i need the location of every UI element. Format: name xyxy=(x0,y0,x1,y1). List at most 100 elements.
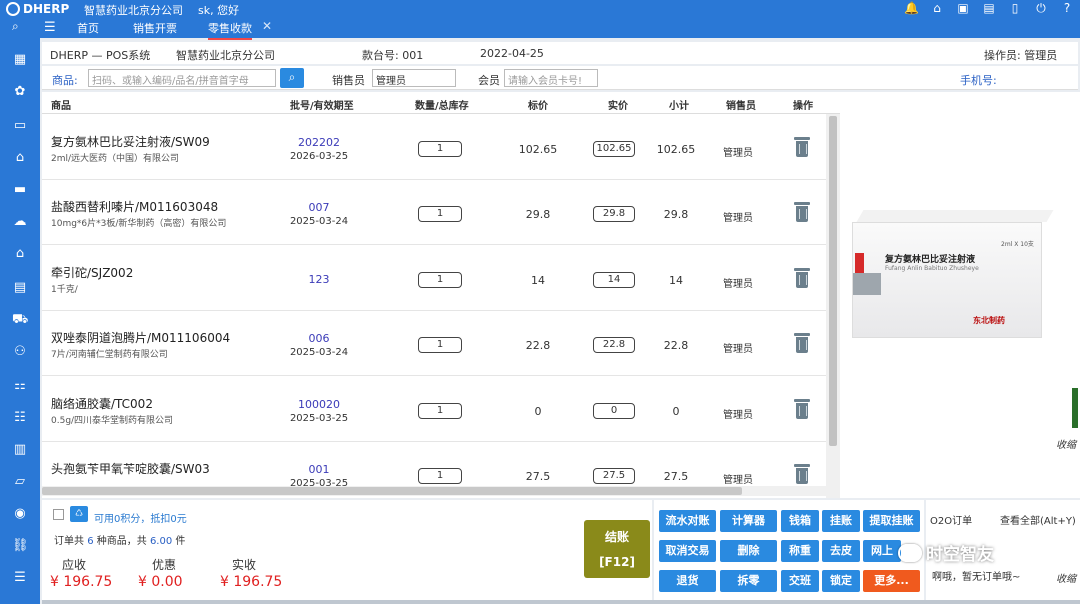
product-search-input[interactable]: 扫码、或输入编码/品名/拼音首字母 xyxy=(88,69,276,87)
sale-price-input[interactable]: 14 xyxy=(593,272,635,288)
col-product: 商品 xyxy=(51,101,71,112)
cart-icon[interactable]: ⛟ xyxy=(12,312,28,328)
view-all-link[interactable]: 查看全部(Alt+Y) xyxy=(1000,512,1076,527)
collapse-image-toggle[interactable]: 收缩 xyxy=(1056,436,1076,451)
quantity-input[interactable]: 1 xyxy=(418,403,462,419)
quantity-input[interactable]: 1 xyxy=(418,141,462,157)
product-name: 双唑泰阴道泡腾片/M011106004 xyxy=(51,331,231,345)
table-horizontal-scrollbar[interactable] xyxy=(42,486,826,496)
org-chart-icon[interactable]: ⚇ xyxy=(12,344,28,360)
batch-number[interactable]: 007 xyxy=(274,201,364,214)
sale-price-input[interactable]: 0 xyxy=(593,403,635,419)
apps-icon[interactable]: ✿ xyxy=(12,84,28,100)
handover-button[interactable]: 交班 xyxy=(781,570,819,592)
trash-icon[interactable] xyxy=(794,137,810,157)
sale-price-input[interactable]: 22.8 xyxy=(593,337,635,353)
sale-price-input[interactable]: 29.8 xyxy=(593,206,635,222)
house-icon[interactable]: ⌂ xyxy=(12,150,28,166)
quantity-input[interactable]: 1 xyxy=(418,206,462,222)
quantity-input[interactable]: 1 xyxy=(418,468,462,484)
brand: DHERP xyxy=(6,2,69,16)
function-buttons: 流水对账 计算器 钱箱 挂账 提取挂账 取消交易 删除 称重 去皮 网上 退货 … xyxy=(654,500,924,600)
table-row[interactable]: 复方氨林巴比妥注射液/SW09 2ml/远大医药（中国）有限公司 202202 … xyxy=(42,115,826,180)
tab-sales-invoice[interactable]: 销售开票 xyxy=(133,20,177,36)
batch-number[interactable]: 001 xyxy=(274,463,364,476)
scroll-thumb[interactable] xyxy=(42,487,742,495)
chart-icon[interactable]: ▥ xyxy=(12,442,28,458)
trash-icon[interactable] xyxy=(794,464,810,484)
tare-button[interactable]: 去皮 xyxy=(822,540,860,562)
batch-number[interactable]: 100020 xyxy=(274,398,364,411)
table-row[interactable]: 牵引砣/SJZ002 1千克/ 123 1 14 14 14 管理员 xyxy=(42,246,826,311)
camera-icon[interactable]: ◉ xyxy=(12,506,28,522)
table-row[interactable]: 盐酸西替利嗪片/M011603048 10mg*6片*3板/新华制药（高密）有限… xyxy=(42,180,826,245)
points-checkbox[interactable] xyxy=(53,509,64,520)
sitemap-icon[interactable]: ⚏ xyxy=(12,378,28,394)
return-button[interactable]: 退货 xyxy=(659,570,716,592)
trash-icon[interactable] xyxy=(794,399,810,419)
trash-icon[interactable] xyxy=(794,333,810,353)
box-pinyin: Fufang Anlin Babituo Zhusheye xyxy=(885,265,979,272)
close-tab-icon[interactable]: ✕ xyxy=(262,19,272,33)
presentation-icon[interactable]: ▱ xyxy=(12,474,28,490)
home-icon[interactable]: ⌂ xyxy=(930,1,944,15)
staff-select[interactable]: 管理员 xyxy=(372,69,456,87)
help-icon[interactable]: ? xyxy=(1060,1,1074,15)
retrieve-hold-button[interactable]: 提取挂账 xyxy=(863,510,920,532)
power-icon[interactable]: ⏻ xyxy=(1034,1,1048,16)
expiry-date: 2025-03-24 xyxy=(289,347,349,358)
product-spec: 1千克/ xyxy=(51,285,78,295)
batch-number[interactable]: 123 xyxy=(274,273,364,286)
table-row[interactable]: 脑络通胶囊/TC002 0.5g/四川泰华堂制药有限公司 100020 2025… xyxy=(42,377,826,442)
batch-number[interactable]: 202202 xyxy=(274,136,364,149)
sale-price-input[interactable]: 27.5 xyxy=(593,468,635,484)
subtotal: 102.65 xyxy=(656,143,696,156)
card-icon[interactable]: ▬ xyxy=(12,182,28,198)
trash-icon[interactable] xyxy=(794,268,810,288)
collapse-o2o-toggle[interactable]: 收缩 xyxy=(1056,570,1076,585)
monitor-icon[interactable]: ▣ xyxy=(956,1,970,15)
cart-table: 商品 批号/有效期至 数量/总库存 标价 实价 小计 销售员 操作 复方氨林巴比… xyxy=(42,92,840,498)
quantity-input[interactable]: 1 xyxy=(418,272,462,288)
network-icon[interactable]: ⛓ xyxy=(12,538,29,554)
mobile-icon[interactable]: ▯ xyxy=(1008,1,1022,15)
product-search-button[interactable]: ⌕ xyxy=(280,68,304,88)
delete-button[interactable]: 删除 xyxy=(720,540,777,562)
scroll-thumb[interactable] xyxy=(829,116,837,446)
bell-icon[interactable]: 🔔 xyxy=(904,1,919,15)
sliders-icon[interactable]: ☷ xyxy=(12,410,28,426)
quantity-input[interactable]: 1 xyxy=(418,337,462,353)
trash-icon[interactable] xyxy=(794,202,810,222)
cash-drawer-button[interactable]: 钱箱 xyxy=(781,510,819,532)
col-qty: 数量/总库存 xyxy=(415,101,469,112)
hold-button[interactable]: 挂账 xyxy=(822,510,860,532)
tab-retail-checkout[interactable]: 零售收款 xyxy=(208,20,252,40)
cloud-upload-icon[interactable]: ☁ xyxy=(12,214,28,230)
checkout-button[interactable]: 结账 [F12] xyxy=(584,520,650,578)
home2-icon[interactable]: ⌂ xyxy=(12,246,28,262)
batch-number[interactable]: 006 xyxy=(274,332,364,345)
watermark: 时空智友 xyxy=(898,540,994,565)
cancel-transaction-button[interactable]: 取消交易 xyxy=(659,540,716,562)
register-icon[interactable]: ▭ xyxy=(12,118,28,134)
weigh-button[interactable]: 称重 xyxy=(781,540,819,562)
more-button[interactable]: 更多... xyxy=(863,570,920,592)
table-vertical-scrollbar[interactable] xyxy=(826,114,840,498)
panel-slider[interactable] xyxy=(1072,388,1078,428)
search-icon[interactable]: ⌕ xyxy=(12,19,19,34)
building-icon[interactable]: ▦ xyxy=(12,52,28,68)
calculator-button[interactable]: 计算器 xyxy=(720,510,777,532)
list-icon[interactable]: ☰ xyxy=(12,570,28,586)
split-button[interactable]: 拆零 xyxy=(720,570,777,592)
table-row[interactable]: 双唑泰阴道泡腾片/M011106004 7片/河南辅仁堂制药有限公司 006 2… xyxy=(42,311,826,376)
clipboard-icon[interactable]: ▤ xyxy=(12,280,28,296)
sale-price-input[interactable]: 102.65 xyxy=(593,141,635,157)
menu-icon[interactable]: ☰ xyxy=(44,20,56,35)
lock-button[interactable]: 锁定 xyxy=(822,570,860,592)
subtotal: 0 xyxy=(672,405,680,418)
reconcile-button[interactable]: 流水对账 xyxy=(659,510,716,532)
member-card-input[interactable]: 请输入会员卡号! xyxy=(504,69,598,87)
online-button[interactable]: 网上 xyxy=(863,540,901,562)
building-icon[interactable]: ▤ xyxy=(982,1,996,15)
tab-home[interactable]: 首页 xyxy=(77,20,99,36)
